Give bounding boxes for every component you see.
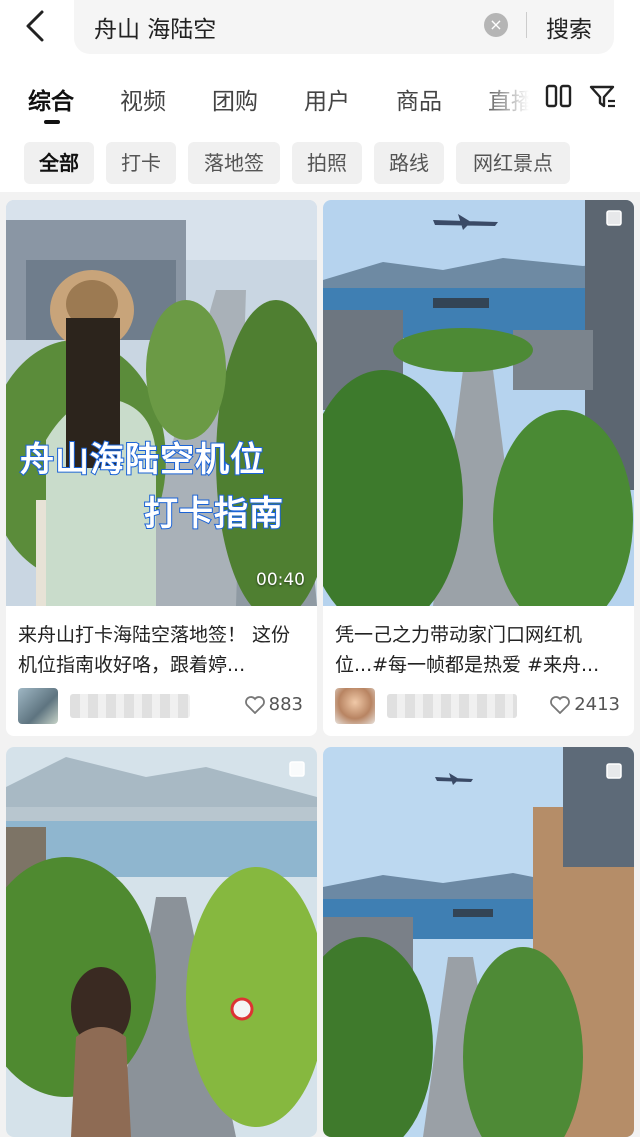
overlay-title-line2: 打卡指南 xyxy=(143,493,284,535)
search-input[interactable]: 舟山 海陆空 xyxy=(94,10,216,44)
search-box[interactable]: 舟山 海陆空 × 搜索 xyxy=(74,0,614,54)
album-icon xyxy=(606,763,622,779)
chip-route[interactable]: 路线 xyxy=(374,142,444,184)
tab-products[interactable]: 商品 xyxy=(396,82,442,116)
result-card[interactable]: 舟山海陆空机位 打卡指南 00:40 来舟山打卡海陆空落地签！ 这份机位指南收好… xyxy=(6,200,317,736)
chip-landing-visa[interactable]: 落地签 xyxy=(188,142,280,184)
video-duration: 00:40 xyxy=(256,570,305,590)
search-divider xyxy=(526,12,527,38)
like-count[interactable]: 2413 xyxy=(550,694,620,715)
album-icon xyxy=(289,761,305,777)
heart-icon xyxy=(550,696,571,714)
result-tabs: 综合 视频 团购 用户 商品 直播 xyxy=(0,60,640,130)
result-card[interactable] xyxy=(6,747,317,1137)
heart-icon xyxy=(244,696,265,714)
filter-chips: 全部 打卡 落地签 拍照 路线 网红景点 xyxy=(0,130,640,192)
card-title: 凭一己之力带动家门口网红机位...#每一帧都是热爱 #来舟... xyxy=(335,624,600,676)
card-thumbnail xyxy=(6,747,317,1137)
tab-users[interactable]: 用户 xyxy=(304,82,350,116)
chip-photo[interactable]: 拍照 xyxy=(292,142,362,184)
card-thumbnail xyxy=(323,200,634,606)
chip-checkin[interactable]: 打卡 xyxy=(106,142,176,184)
chip-hotspots[interactable]: 网红景点 xyxy=(456,142,570,184)
album-icon xyxy=(606,210,622,226)
author-name-blurred[interactable] xyxy=(387,694,517,718)
back-arrow-icon[interactable] xyxy=(20,6,52,46)
like-count-value: 2413 xyxy=(574,694,620,715)
overlay-title-line1: 舟山海陆空机位 xyxy=(19,439,265,481)
top-bar: 舟山 海陆空 × 搜索 xyxy=(0,0,640,60)
chip-all[interactable]: 全部 xyxy=(24,142,94,184)
result-card[interactable]: 凭一己之力带动家门口网红机位...#每一帧都是热爱 #来舟... 2413 xyxy=(323,200,634,736)
card-meta: 2413 xyxy=(335,688,622,724)
tab-comprehensive[interactable]: 综合 xyxy=(28,82,74,116)
tab-active-indicator xyxy=(44,120,60,124)
avatar[interactable] xyxy=(335,688,375,724)
avatar[interactable] xyxy=(18,688,58,724)
card-title: 来舟山打卡海陆空落地签！ 这份机位指南收好咯，跟着婷... xyxy=(18,624,291,676)
clear-icon[interactable]: × xyxy=(484,13,508,37)
dual-column-icon[interactable] xyxy=(544,82,574,112)
tab-group-buy[interactable]: 团购 xyxy=(212,82,258,116)
result-card[interactable] xyxy=(323,747,634,1137)
like-count[interactable]: 883 xyxy=(244,694,303,715)
search-button[interactable]: 搜索 xyxy=(546,10,592,44)
like-count-value: 883 xyxy=(268,694,303,715)
card-thumbnail xyxy=(323,747,634,1137)
author-name-blurred[interactable] xyxy=(70,694,190,718)
card-thumbnail xyxy=(6,200,317,606)
tab-video[interactable]: 视频 xyxy=(120,82,166,116)
card-meta: 883 xyxy=(18,688,305,724)
filter-icon[interactable] xyxy=(588,82,618,112)
tab-fade xyxy=(480,70,550,120)
